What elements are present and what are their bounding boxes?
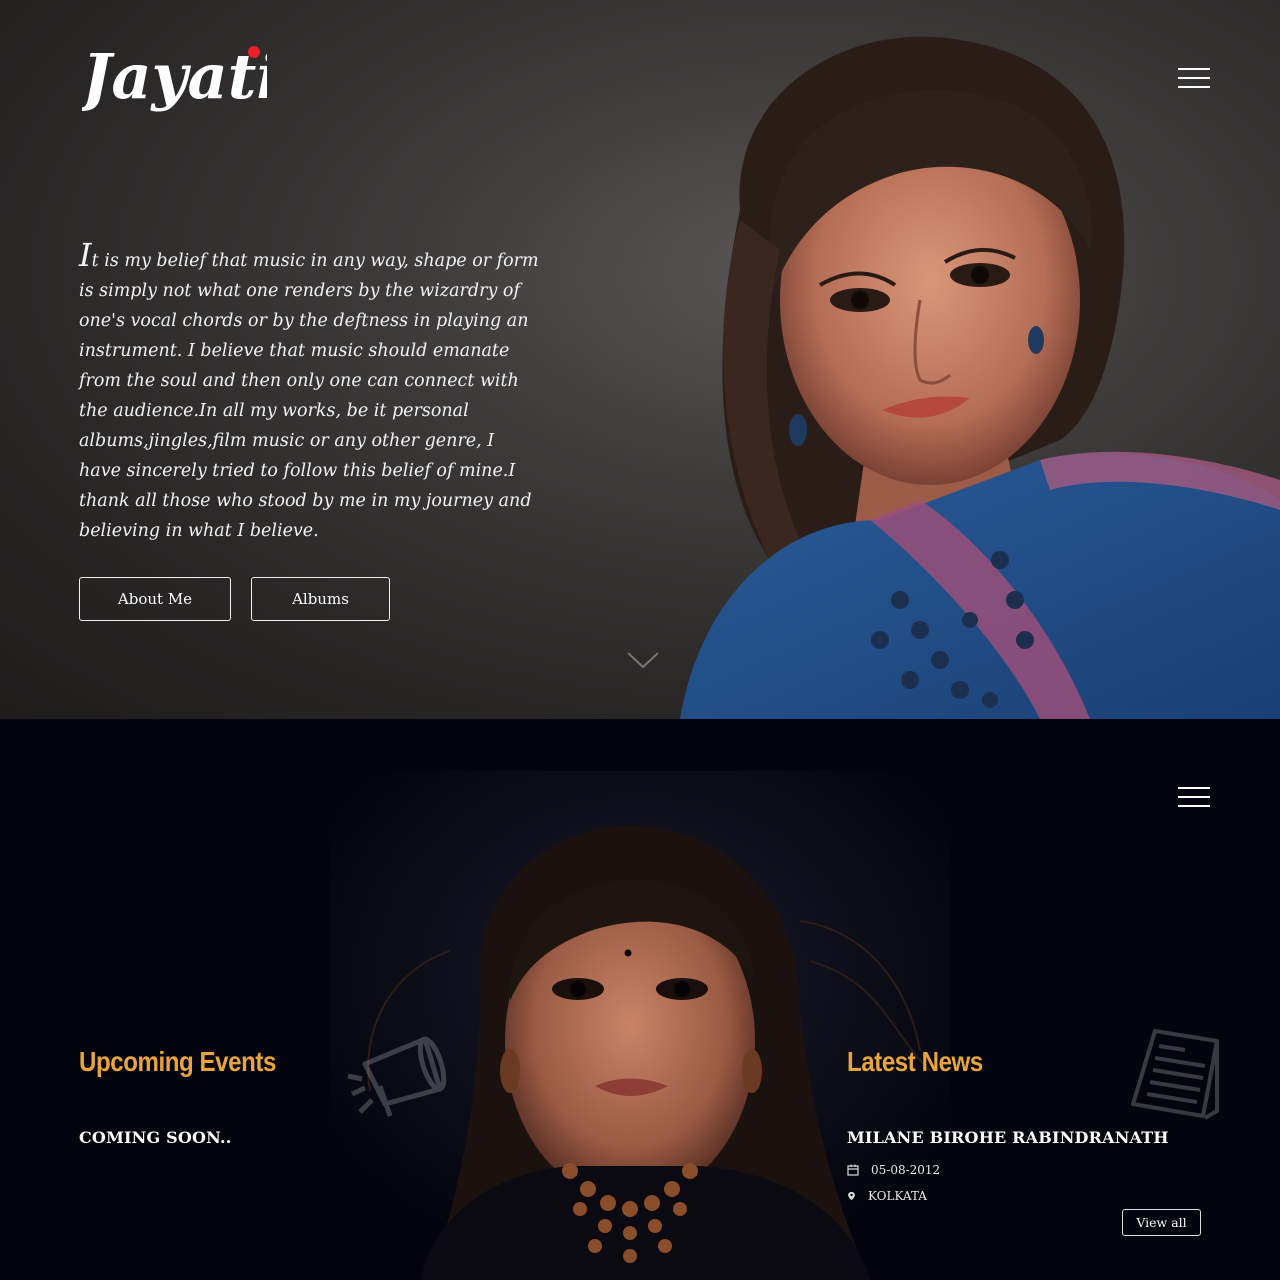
upcoming-events-title: Upcoming Events [79, 1046, 276, 1077]
news-location-row: KOLKATA [847, 1189, 927, 1203]
news-date-row: 05-08-2012 [847, 1163, 940, 1177]
events-news-section: Upcoming Events Latest News COMING SOON.… [0, 719, 1280, 1280]
about-me-button[interactable]: About Me [79, 577, 231, 621]
news-location: KOLKATA [868, 1189, 927, 1203]
newspaper-icon [1131, 1029, 1219, 1120]
view-all-news-button[interactable]: View all [1122, 1209, 1201, 1236]
calendar-icon [847, 1164, 859, 1176]
news-headline-link[interactable]: MILANE BIROHE RABINDRANATH [847, 1128, 1169, 1147]
hero-buttons: About Me Albums [79, 577, 390, 621]
hero-quote: It is my belief that music in any way, s… [79, 239, 539, 546]
megaphone-icon [347, 1036, 447, 1117]
hamburger-icon[interactable] [1178, 68, 1210, 90]
jayati-logo[interactable]: Jayati [72, 30, 280, 130]
hero-section: Jayati It is my belief that music in any… [0, 0, 1280, 719]
quote-dropcap: I [79, 236, 92, 274]
chevron-down-icon[interactable] [626, 650, 660, 670]
quote-text: t is my belief that music in any way, sh… [79, 251, 539, 541]
latest-news-title: Latest News [847, 1046, 983, 1077]
hamburger-icon[interactable] [1178, 787, 1210, 809]
logo-red-dot [248, 46, 260, 58]
logo-text: Jayati [82, 40, 267, 113]
events-status-text: COMING SOON.. [79, 1128, 232, 1147]
albums-button[interactable]: Albums [251, 577, 390, 621]
hero-portrait-image [620, 0, 1280, 719]
news-date: 05-08-2012 [871, 1163, 941, 1177]
map-pin-icon [848, 1191, 855, 1201]
